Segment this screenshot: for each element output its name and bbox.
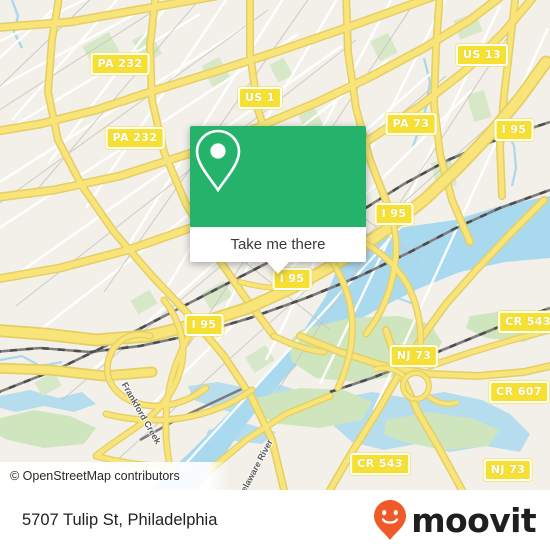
take-me-there-label: Take me there bbox=[230, 236, 326, 253]
road-shield: CR 543 bbox=[498, 311, 550, 333]
map-canvas[interactable]: PA 232 US 1 PA 232 US 13 PA 73 I 95 I 95 I 95 I … bbox=[0, 0, 550, 490]
road-shield: I 95 bbox=[184, 314, 224, 336]
popup-footer[interactable]: Take me there bbox=[190, 227, 366, 274]
moovit-wordmark: moovit bbox=[411, 500, 536, 540]
popup-pointer-tail bbox=[267, 262, 289, 274]
road-shield: NJ 73 bbox=[389, 345, 439, 367]
road-shield: PA 232 bbox=[105, 127, 165, 149]
road-shield: I 95 bbox=[494, 119, 534, 141]
location-popup[interactable]: Take me there bbox=[190, 126, 366, 274]
address-label: 5707 Tulip St, Philadelphia bbox=[22, 510, 218, 529]
popup-header bbox=[190, 126, 366, 227]
map-pin-icon bbox=[195, 129, 241, 193]
road-shield: PA 73 bbox=[385, 113, 437, 135]
road-shield: CR 607 bbox=[489, 381, 549, 403]
road-shield: US 13 bbox=[456, 44, 508, 66]
road-shield: US 1 bbox=[238, 87, 282, 109]
moovit-pin-smile-icon bbox=[374, 500, 407, 540]
footer-bar: 5707 Tulip St, Philadelphia moovit bbox=[0, 490, 550, 550]
moovit-brand[interactable]: moovit bbox=[373, 499, 537, 541]
attribution-text: © OpenStreetMap contributors bbox=[10, 469, 180, 483]
road-shield: I 95 bbox=[374, 203, 414, 225]
map-attribution: © OpenStreetMap contributors bbox=[0, 462, 550, 490]
map-screenshot: PA 232 US 1 PA 232 US 13 PA 73 I 95 I 95 I 95 I … bbox=[0, 0, 550, 550]
road-shield: PA 232 bbox=[90, 53, 150, 75]
